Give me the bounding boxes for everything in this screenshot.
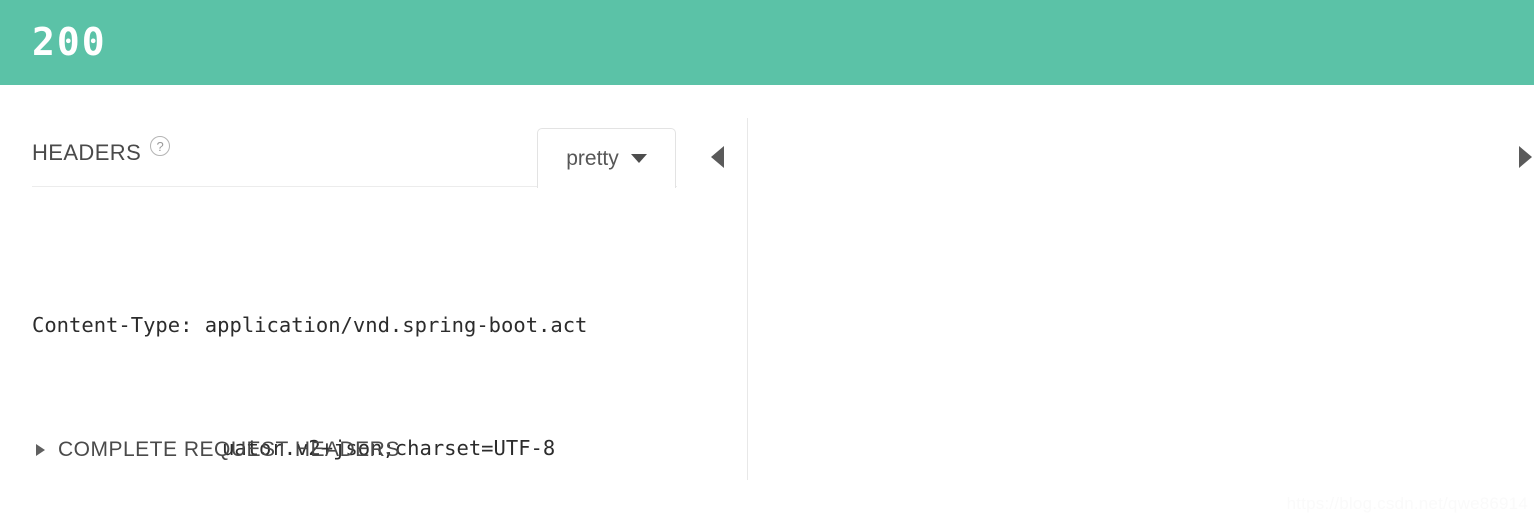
body-pane: BODY ? [ ] lines nums	[747, 85, 1534, 518]
response-panes: HEADERS ? pretty Content-Type: applicati…	[0, 85, 1534, 518]
triangle-left-icon	[711, 146, 724, 168]
headers-section-header: HEADERS ?	[32, 140, 170, 166]
collapse-headers-pane-button[interactable]	[705, 145, 729, 169]
headers-title: HEADERS	[32, 140, 141, 166]
status-code: 200	[32, 19, 107, 65]
headers-list: Content-Type: application/vnd.spring-boo…	[32, 223, 722, 518]
complete-request-headers-label: COMPLETE REQUEST HEADERS	[58, 438, 400, 462]
header-row: Content-Type: application/vnd.spring-boo…	[32, 305, 722, 346]
triangle-right-icon	[36, 444, 45, 456]
question-mark-circle-icon[interactable]: ?	[150, 136, 170, 156]
complete-request-headers-toggle[interactable]: COMPLETE REQUEST HEADERS	[36, 438, 400, 462]
response-status-bar: 200	[0, 0, 1534, 85]
triangle-right-icon	[1519, 146, 1532, 168]
header-name: Content-Type:	[32, 313, 192, 337]
watermark: https://blog.csdn.net/qwe86914	[1287, 494, 1528, 514]
headers-pane: HEADERS ? pretty Content-Type: applicati…	[0, 85, 747, 518]
expand-body-pane-button[interactable]	[1513, 145, 1534, 169]
chevron-down-icon	[631, 154, 647, 163]
format-select-value: pretty	[566, 147, 619, 171]
format-select-dropdown[interactable]: pretty	[537, 128, 676, 188]
header-value: application/vnd.spring-boot.act	[205, 313, 588, 337]
